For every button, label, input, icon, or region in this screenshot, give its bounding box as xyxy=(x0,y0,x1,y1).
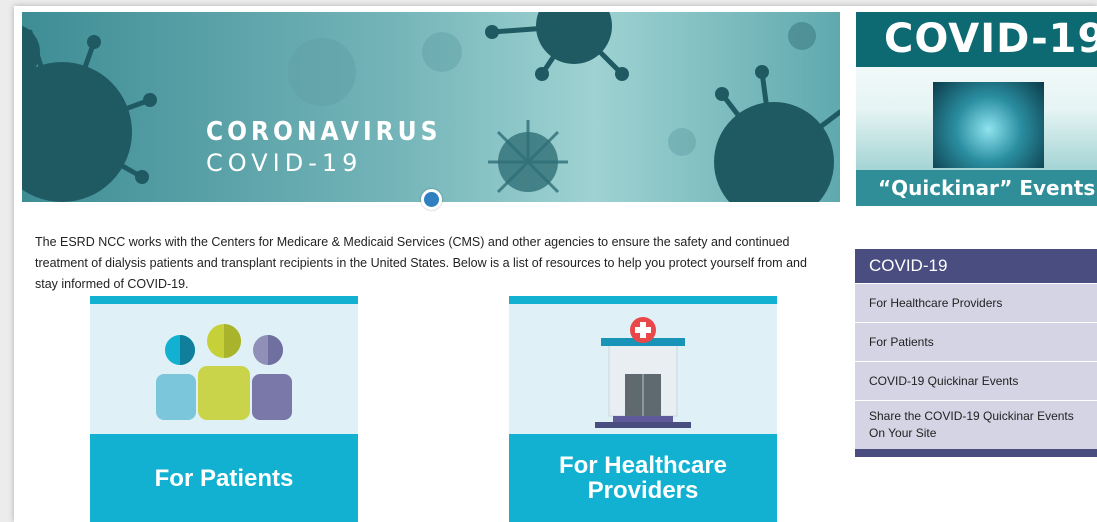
side-nav-item-healthcare-providers[interactable]: For Healthcare Providers xyxy=(855,283,1097,322)
slider-dot[interactable] xyxy=(421,189,442,210)
quickinar-events-banner[interactable]: COVID-19 “Quickinar” Events xyxy=(856,12,1097,206)
side-nav-header: COVID-19 xyxy=(855,249,1097,283)
virus-illustration xyxy=(22,12,840,202)
hero-title: CORONAVIRUS xyxy=(206,117,442,147)
covid-side-nav: COVID-19 For Healthcare Providers For Pa… xyxy=(855,249,1097,457)
hero-banner[interactable]: CORONAVIRUS COVID-19 xyxy=(22,12,840,202)
side-nav-item-patients[interactable]: For Patients xyxy=(855,322,1097,361)
card-top-bar xyxy=(509,296,777,304)
for-healthcare-providers-label: For Healthcare Providers xyxy=(558,452,728,504)
virus-image xyxy=(933,82,1044,168)
card-top-bar xyxy=(90,296,358,304)
for-patients-label: For Patients xyxy=(154,464,294,492)
card-label-area: For Patients xyxy=(90,434,358,522)
for-healthcare-providers-card[interactable]: For Healthcare Providers xyxy=(509,296,777,522)
side-nav-item-quickinar-events[interactable]: COVID-19 Quickinar Events xyxy=(855,361,1097,400)
intro-paragraph: The ESRD NCC works with the Centers for … xyxy=(35,235,807,291)
quickinar-caption: “Quickinar” Events xyxy=(856,170,1097,206)
covid-banner-title: COVID-19 xyxy=(856,12,1097,67)
hero-subtitle: COVID-19 xyxy=(206,149,363,177)
hospital-icon xyxy=(595,317,691,428)
page: CORONAVIRUS COVID-19 The ESRD NCC works … xyxy=(14,6,1097,522)
people-icon xyxy=(156,324,292,420)
card-label-area: For Healthcare Providers xyxy=(509,434,777,522)
for-patients-card[interactable]: For Patients xyxy=(90,296,358,522)
side-nav-item-share-quickinar[interactable]: Share the COVID-19 Quickinar Events On Y… xyxy=(855,400,1097,449)
